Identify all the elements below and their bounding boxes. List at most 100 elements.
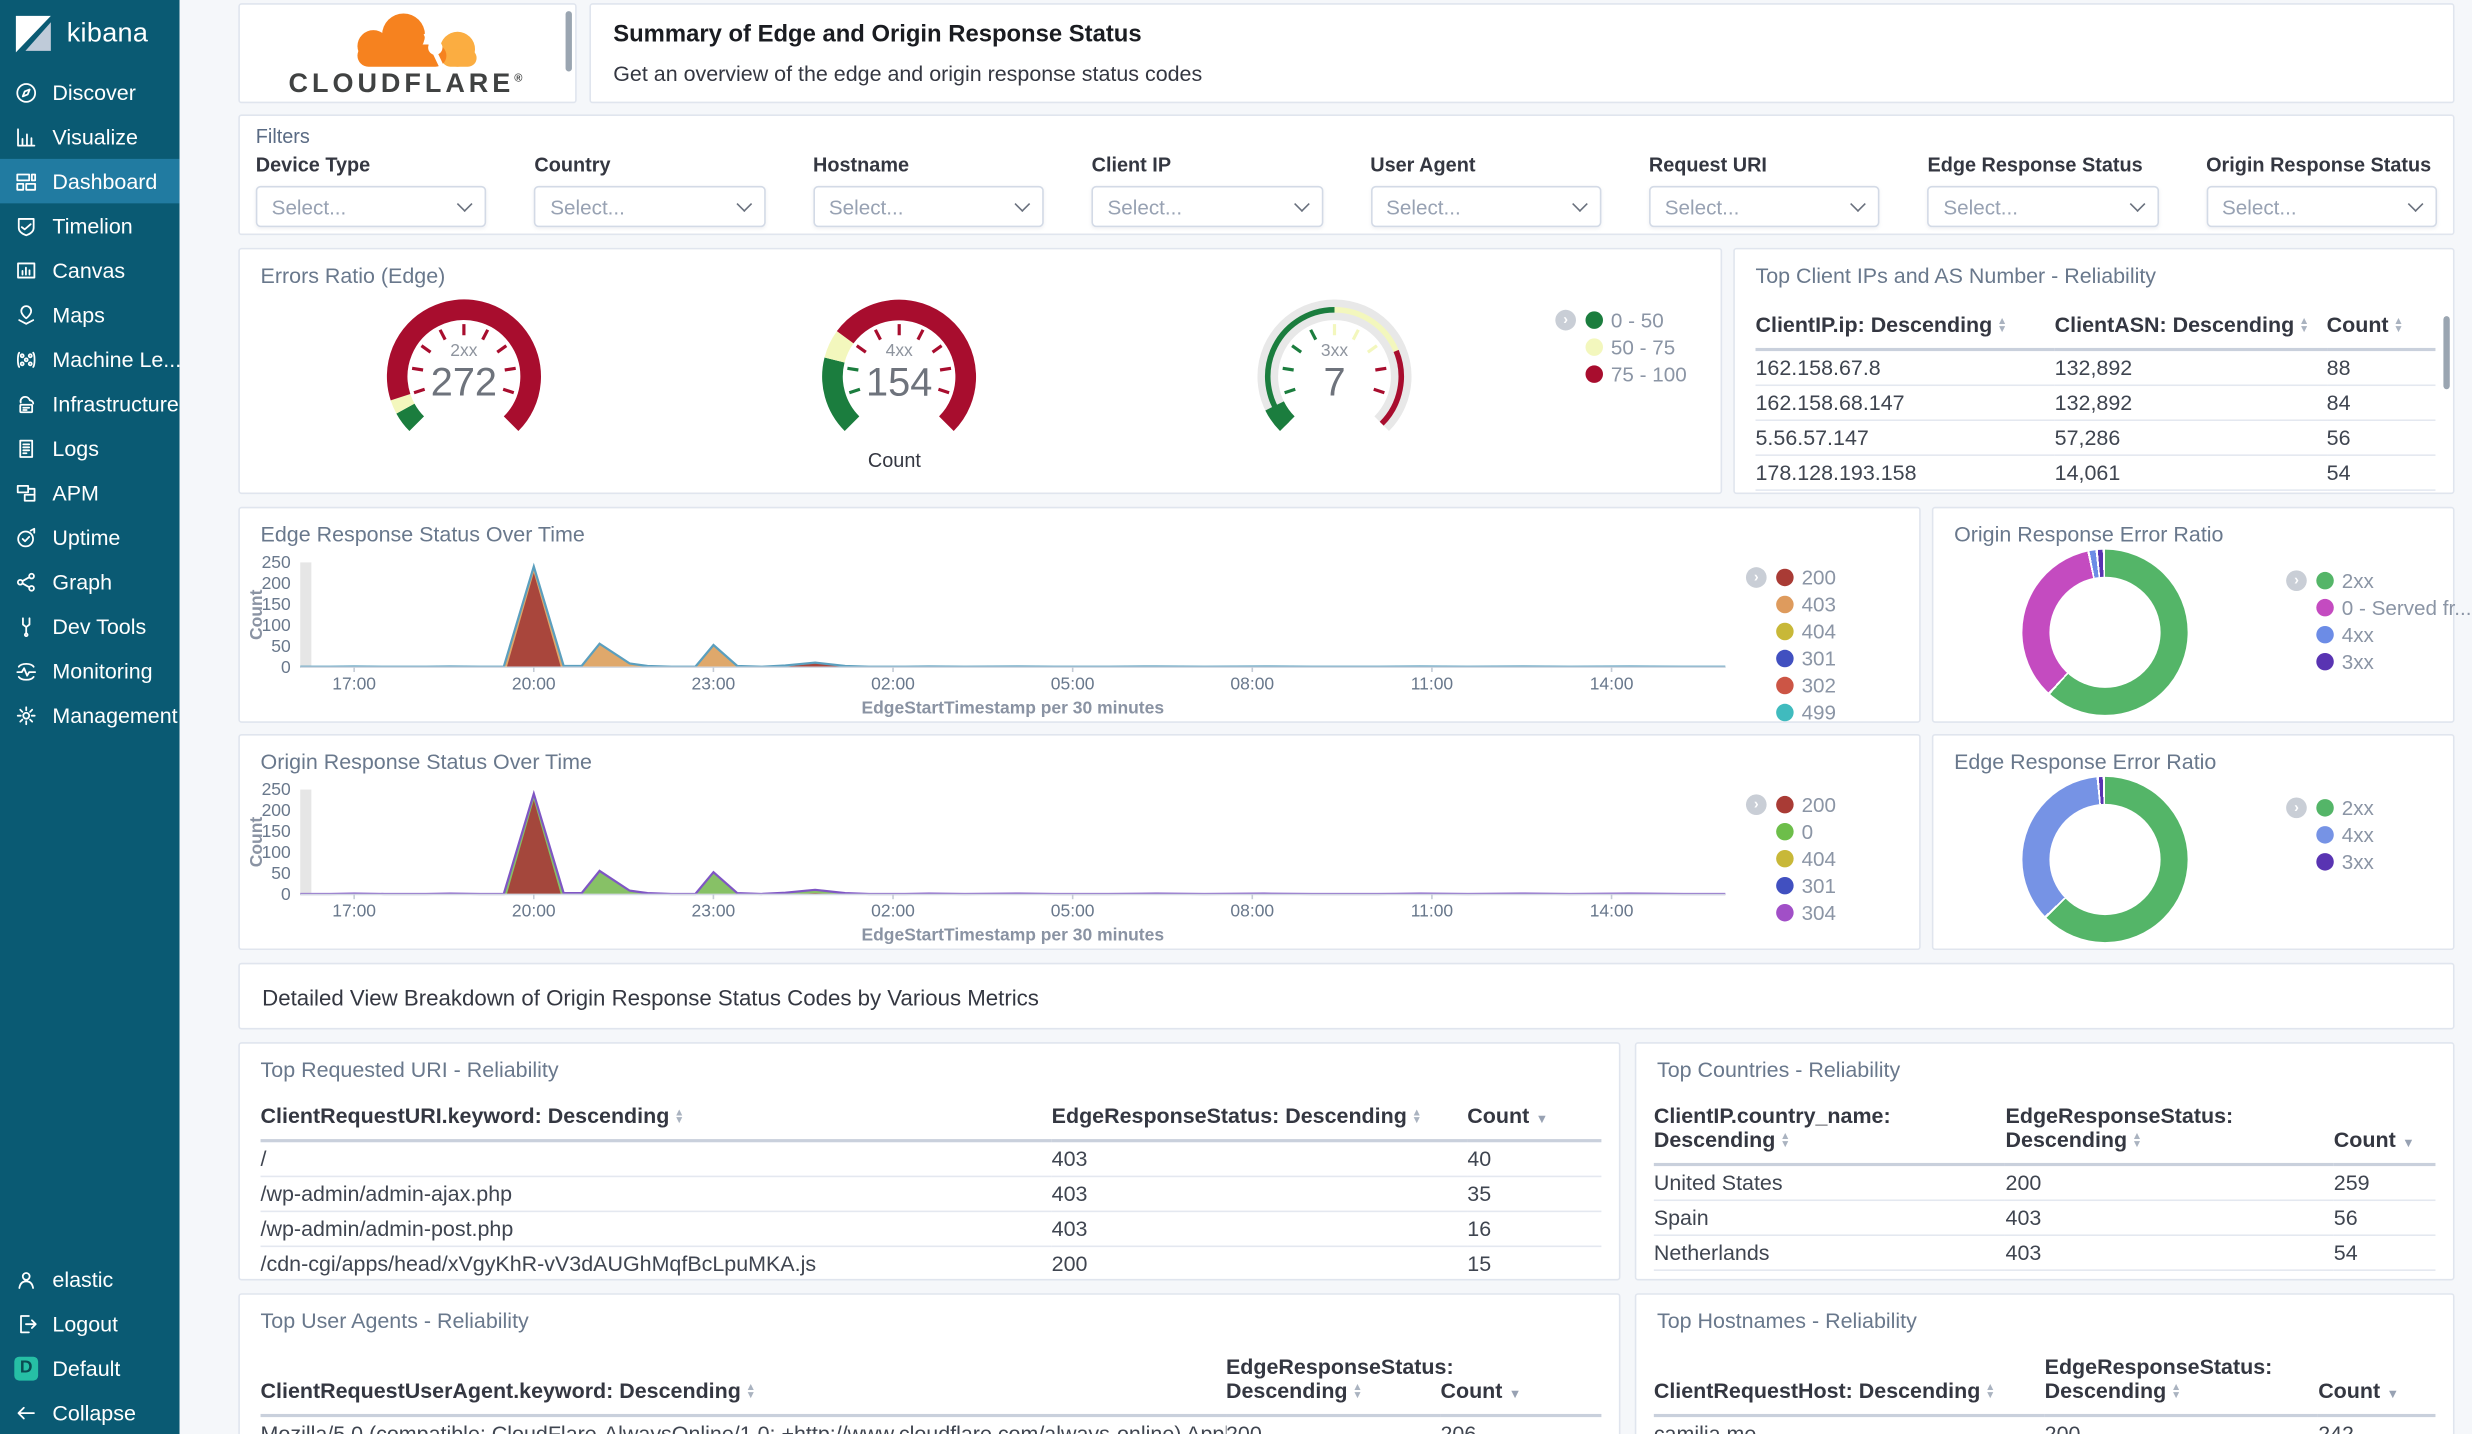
column-header[interactable]: ClientRequestUserAgent.keyword: Descendi… [260,1348,1226,1418]
legend-item[interactable]: 403 [1746,592,1836,616]
legend-toggle-icon[interactable]: › [2286,796,2307,818]
table-row[interactable]: Spain 403 56 [1653,1200,2436,1237]
sidebar-item-discover[interactable]: Discover [0,70,180,114]
table-row[interactable]: United States 200 259 [1653,1164,2436,1202]
client-ips-table: ClientIP.ip: Descending ▲ ▼ ClientASN: Desc… [1755,306,2436,491]
filter-select[interactable]: Select... [1648,185,1880,228]
sidebar-item-apm[interactable]: APM [0,470,180,514]
legend-item[interactable]: 4xx [2286,822,2374,846]
table-row[interactable]: 178.128.193.158 14,061 54 [1755,455,2436,491]
legend-color-dot [1776,876,1794,894]
column-header[interactable]: EdgeResponseStatus: Descending ▲ ▼ [1225,1348,1454,1418]
sidebar-item-timelion[interactable]: Timelion [0,203,180,247]
sidebar-item-canvas[interactable]: Canvas [0,248,180,292]
legend-item[interactable]: 304 [1746,900,1836,924]
sidebar-item-management[interactable]: Management [0,693,180,737]
legend-item[interactable]: 301 [1746,873,1836,897]
legend-item[interactable]: 301 [1746,646,1836,670]
filter-select[interactable]: Select... [255,185,487,228]
scrollbar[interactable] [565,11,572,72]
column-header[interactable]: ClientIP.country_name: Descending ▲ ▼ [1653,1097,2006,1167]
sidebar-item-infrastructure[interactable]: Infrastructure [0,381,180,425]
column-header[interactable]: Count ▼ [1440,1348,1602,1418]
cloudflare-logo-panel: CLOUDFLARE® [238,3,577,104]
table-row[interactable]: Mozilla/5.0 (compatible; CloudFlare-Alwa… [260,1415,1602,1434]
legend-item[interactable]: › 2xx [2286,795,2374,819]
table-row[interactable]: 162.158.68.147 132,892 84 [1755,385,2436,422]
table-row[interactable]: 5.56.57.147 57,286 56 [1755,420,2436,456]
legend-item[interactable]: 499 [1746,700,1836,724]
column-header[interactable]: EdgeResponseStatus: Descending ▲ ▼ [2044,1348,2319,1418]
filter-select[interactable]: Select... [2206,185,2438,228]
sidebar-item-graph[interactable]: Graph [0,559,180,603]
scrollbar[interactable] [2443,316,2450,390]
column-header[interactable]: Count ▼ [1467,1097,1602,1143]
table-row[interactable]: /403 40 [260,1140,1602,1178]
column-header[interactable]: ClientIP.ip: Descending ▲ ▼ [1755,306,2055,352]
sidebar-item-machine-le[interactable]: Machine Le... [0,337,180,381]
legend-toggle-icon[interactable]: › [1555,309,1576,330]
legend-toggle-icon[interactable]: › [2286,569,2307,591]
table-row[interactable]: /cdn-cgi/apps/head/xVgyKhR-vV3dAUGhMqfBc… [260,1246,1602,1279]
column-header[interactable]: ClientRequestURI.keyword: Descending ▲ ▼ [260,1097,1052,1143]
table-row[interactable]: /wp-admin/admin-post.php 403 16 [260,1211,1602,1248]
sidebar-item-dashboard[interactable]: Dashboard [0,158,180,204]
legend-item[interactable]: › 200 [1745,565,1836,589]
table-row[interactable]: camilia.me 200 242 [1653,1415,2436,1434]
legend-color-dot [1776,648,1794,667]
countries-table: ClientIP.country_name: Descending ▲ ▼ EdgeR… [1653,1097,2436,1279]
column-header[interactable]: Count ▼ [2318,1348,2436,1418]
filter-select[interactable]: Select... [1091,185,1323,228]
legend-item[interactable]: 50 - 75 [1555,334,1686,358]
filter-select[interactable]: Select... [534,185,766,228]
sidebar-item-uptime[interactable]: Uptime [0,515,180,559]
kibana-logo[interactable]: kibana [0,0,180,70]
sidebar-footer-item-collapse[interactable]: Collapse [0,1390,180,1434]
legend-item[interactable]: 404 [1746,846,1836,870]
legend-item[interactable]: › 0 - 50 [1555,307,1686,331]
legend-item[interactable]: 75 - 100 [1555,361,1687,385]
legend-item[interactable]: › 200 [1745,792,1836,816]
filter-select[interactable]: Select... [813,185,1044,228]
column-header[interactable]: EdgeResponseStatus: Descending ▲ ▼ [1051,1097,1468,1143]
column-header[interactable]: Count ▲ ▼ [2326,306,2436,352]
legend-item[interactable]: 3xx [2286,649,2471,673]
sidebar-item-maps[interactable]: Maps [0,292,180,336]
cloudflare-cloud-icon [356,13,476,68]
sidebar-item-visualize[interactable]: Visualize [0,114,180,158]
donut-hole [2049,576,2161,688]
column-header[interactable]: ClientASN: Descending ▲ ▼ [2054,306,2327,352]
sidebar-item-monitoring[interactable]: Monitoring [0,648,180,692]
table-row[interactable]: United States40328 [1653,1270,2436,1279]
legend-toggle-icon[interactable]: › [1745,793,1767,815]
filter-hostname: Hostname Select... [813,154,1044,228]
table-row[interactable]: 162.158.67.8 132,892 88 [1755,349,2436,387]
monitoring-icon [16,662,37,680]
edge-error-ratio-donut [2022,776,2188,943]
column-header[interactable]: Count ▼ [2333,1097,2436,1167]
table-row[interactable]: Netherlands 403 54 [1653,1235,2436,1271]
apm-icon [16,484,36,501]
column-header[interactable]: ClientRequestHost: Descending ▲ ▼ [1653,1348,2045,1418]
legend-item[interactable]: 302 [1746,673,1836,697]
legend-item[interactable]: 0 - Served fr... [2286,595,2471,619]
filter-select[interactable]: Select... [1927,185,2159,228]
legend-item[interactable]: › 2xx [2286,568,2471,592]
svg-text:14:00: 14:00 [1590,673,1634,693]
donut-hole [2049,803,2161,916]
sidebar-item-label: Uptime [52,525,121,549]
column-header[interactable]: EdgeResponseStatus: Descending ▲ ▼ [2005,1097,2334,1167]
sidebar-footer-item-elastic[interactable]: elastic [0,1257,180,1301]
filter-select[interactable]: Select... [1370,185,1602,228]
legend-item[interactable]: 4xx [2286,622,2471,646]
sidebar-item-logs[interactable]: Logs [0,426,180,470]
legend-item[interactable]: 3xx [2286,849,2374,873]
legend-item[interactable]: 404 [1746,619,1836,643]
sidebar-footer-item-default[interactable]: D Default [0,1346,180,1390]
chevron-down-icon [2129,195,2145,212]
legend-item[interactable]: 0 [1746,819,1836,843]
sidebar-footer-item-logout[interactable]: Logout [0,1301,180,1345]
sidebar-item-dev-tools[interactable]: Dev Tools [0,604,180,648]
legend-toggle-icon[interactable]: › [1745,566,1767,588]
table-row[interactable]: /wp-admin/admin-ajax.php 403 35 [260,1176,1602,1213]
